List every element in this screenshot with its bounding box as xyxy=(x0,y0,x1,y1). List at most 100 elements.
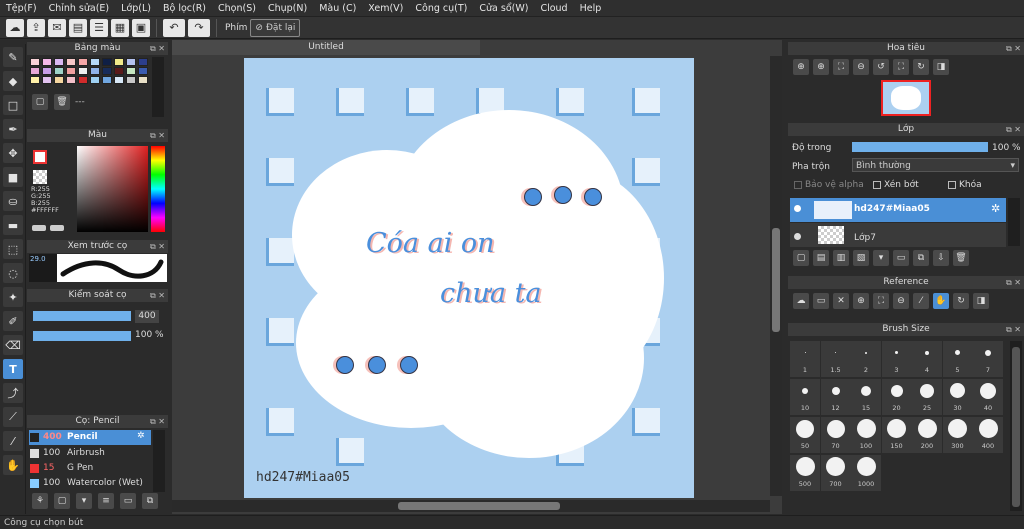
folder-icon[interactable]: ▭ xyxy=(813,293,829,309)
swatch[interactable] xyxy=(54,76,64,84)
swatch[interactable] xyxy=(42,67,52,75)
brush-size-option[interactable]: 10 xyxy=(790,379,820,415)
rotate-icon[interactable]: ↻ xyxy=(953,293,969,309)
fit-icon[interactable]: ⛶ xyxy=(833,59,849,75)
swatch[interactable] xyxy=(78,76,88,84)
brush-size-scroll-thumb[interactable] xyxy=(1012,347,1020,507)
reset-button[interactable]: ⊘ Đặt lại xyxy=(250,18,301,37)
brush-size-option[interactable]: 1.5 xyxy=(820,341,851,377)
navigator-thumbnail[interactable] xyxy=(881,80,931,116)
brush-size-option[interactable]: 100 xyxy=(851,417,881,453)
bucket-tool-icon[interactable]: ⛀ xyxy=(3,191,23,211)
zoom-out-icon[interactable]: ⊖ xyxy=(893,293,909,309)
menu-color[interactable]: Màu (C) xyxy=(313,3,362,14)
eyedropper-icon[interactable]: ⁄ xyxy=(913,293,929,309)
grid-icon[interactable]: ▦ xyxy=(111,18,129,37)
select-tool-icon[interactable]: ⬚ xyxy=(3,239,23,259)
brush-size-option[interactable]: 70 xyxy=(820,417,851,453)
folder-icon[interactable]: ▭ xyxy=(120,493,136,509)
brush-size-option[interactable]: 150 xyxy=(881,417,912,453)
export-icon[interactable]: ⇪ xyxy=(27,18,45,37)
menu-file[interactable]: Tệp(F) xyxy=(0,3,43,14)
brush-size-scrollbar[interactable] xyxy=(1010,341,1022,511)
menu-filter[interactable]: Bộ lọc(R) xyxy=(157,3,212,14)
brush-size-option[interactable]: 2 xyxy=(851,341,881,377)
menu-edit[interactable]: Chỉnh sửa(E) xyxy=(43,3,116,14)
brush-size-option[interactable]: 200 xyxy=(912,417,942,453)
brush-size-option[interactable]: 4 xyxy=(912,341,942,377)
swatch[interactable] xyxy=(78,58,88,66)
swatch[interactable] xyxy=(114,76,124,84)
swatch[interactable] xyxy=(114,67,124,75)
swatch[interactable] xyxy=(102,76,112,84)
visibility-icon[interactable] xyxy=(794,233,801,240)
zoom-plus-icon[interactable]: ⊕ xyxy=(813,59,829,75)
swatch[interactable] xyxy=(78,67,88,75)
canvas-hscroll-thumb[interactable] xyxy=(398,502,560,510)
select-eraser-tool-icon[interactable]: ⌫ xyxy=(3,335,23,355)
brush-size-option[interactable]: 50 xyxy=(790,417,820,453)
brush-size-option[interactable]: 30 xyxy=(942,379,973,415)
new-brush-icon[interactable]: ▢ xyxy=(54,493,70,509)
brush-size-option[interactable]: 12 xyxy=(820,379,851,415)
new-layer-4-icon[interactable]: ▧ xyxy=(853,250,869,266)
eyedropper-tool-icon[interactable]: ⁄ xyxy=(3,431,23,451)
background-color[interactable] xyxy=(33,170,47,184)
trash-icon[interactable]: 🗑 xyxy=(953,250,969,266)
canvas-text-line1[interactable]: Cóa ai on xyxy=(366,228,495,259)
operation-tool-icon[interactable]: ⤴ xyxy=(3,383,23,403)
folder-icon[interactable]: ▭ xyxy=(893,250,909,266)
visibility-icon[interactable] xyxy=(794,205,801,212)
new-page-icon[interactable]: ▢ xyxy=(32,94,48,110)
canvas-vscroll-thumb[interactable] xyxy=(772,228,780,332)
duplicate-icon[interactable]: ⧉ xyxy=(142,493,158,509)
rotate-left-icon[interactable]: ↺ xyxy=(873,59,889,75)
brush-list-scrollbar[interactable] xyxy=(153,430,165,492)
lock-checkbox[interactable] xyxy=(948,181,956,189)
redo-icon[interactable]: ↷ xyxy=(188,18,210,37)
zoom-out-icon[interactable]: ⊖ xyxy=(853,59,869,75)
zoom-in-icon[interactable]: ⊕ xyxy=(793,59,809,75)
hand-tool-icon[interactable]: ✋ xyxy=(3,455,23,475)
brush-menu-icon[interactable]: ▾ xyxy=(76,493,92,509)
swatch[interactable] xyxy=(42,58,52,66)
panel-expand-icon[interactable]: ⧉ ✕ xyxy=(1006,123,1021,136)
move-tool-icon[interactable]: ✥ xyxy=(3,143,23,163)
menu-tools[interactable]: Công cụ(T) xyxy=(409,3,473,14)
fill-rect-tool-icon[interactable]: ■ xyxy=(3,167,23,187)
gradient-tool-icon[interactable]: ▬ xyxy=(3,215,23,235)
magic-wand-tool-icon[interactable]: ✦ xyxy=(3,287,23,307)
artboard[interactable]: Cóa ai on chưa ta hd247#Miaa05 xyxy=(244,58,694,498)
swatch[interactable] xyxy=(102,58,112,66)
menu-cloud[interactable]: Cloud xyxy=(534,3,573,14)
cloud-icon[interactable]: ☁ xyxy=(6,18,24,37)
hand-icon[interactable]: ✋ xyxy=(933,293,949,309)
color-sv-square[interactable] xyxy=(77,146,148,232)
menu-view[interactable]: Xem(V) xyxy=(362,3,409,14)
swatch[interactable] xyxy=(90,67,100,75)
brush-size-slider[interactable] xyxy=(33,311,131,321)
panel-expand-icon[interactable]: ⧉ ✕ xyxy=(150,240,165,253)
palette-scrollbar[interactable] xyxy=(152,57,164,117)
brush-size-option[interactable]: 5 xyxy=(942,341,973,377)
reset-view-icon[interactable]: ⛶ xyxy=(893,59,909,75)
swatch[interactable] xyxy=(66,76,76,84)
brush-opacity-slider[interactable] xyxy=(33,331,131,341)
canvas-tab[interactable]: Untitled xyxy=(172,40,480,55)
brush-item-airbrush[interactable]: 100 Airbrush xyxy=(29,446,151,460)
swatch[interactable] xyxy=(66,67,76,75)
brush-size-option[interactable]: 400 xyxy=(973,417,1003,453)
panel-expand-icon[interactable]: ⧉ ✕ xyxy=(1006,42,1021,55)
swatch[interactable] xyxy=(30,58,40,66)
new-layer-2-icon[interactable]: ▤ xyxy=(813,250,829,266)
swatch[interactable] xyxy=(138,58,148,66)
layer-opacity-slider[interactable] xyxy=(852,142,988,152)
swatch[interactable] xyxy=(42,76,52,84)
menu-help[interactable]: Help xyxy=(574,3,608,14)
chat-icon[interactable]: ✉ xyxy=(48,18,66,37)
swatch[interactable] xyxy=(90,76,100,84)
gear-icon[interactable]: ✲ xyxy=(137,431,145,441)
brush-size-option[interactable]: 40 xyxy=(973,379,1003,415)
fit-icon[interactable]: ⛶ xyxy=(873,293,889,309)
trash-icon[interactable]: 🗑 xyxy=(54,94,70,110)
